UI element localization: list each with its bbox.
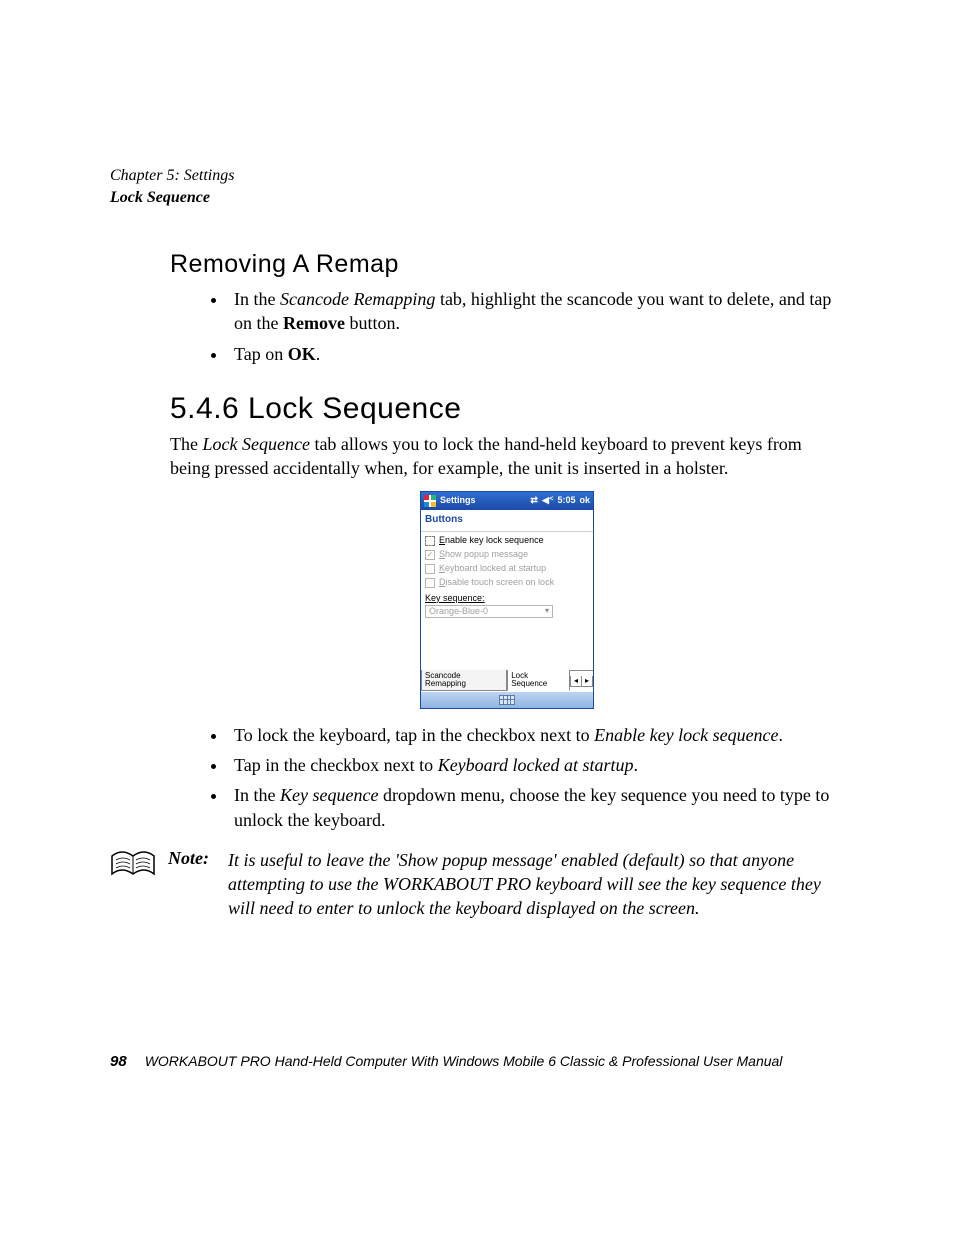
page: Chapter 5: Settings Lock Sequence Removi… [0,0,954,1235]
checkbox-label: Disable touch screen on lock [439,578,554,587]
list-item: In the Key sequence dropdown menu, choos… [228,783,844,832]
remap-steps-list: In the Scancode Remapping tab, highlight… [170,287,844,366]
note-label: Note: [168,848,216,869]
list-item: In the Scancode Remapping tab, highlight… [228,287,844,336]
checkbox-row-disable-touch: Disable touch screen on lock [425,578,589,588]
device-title-bar: Settings ⇄ ◀ᑉ 5:05 ok [421,492,593,510]
page-number: 98 [110,1053,127,1070]
device-bottom-bar [421,692,593,708]
subheading-removing-remap: Removing A Remap [170,250,844,279]
tab-scroll-arrows[interactable]: ◂ ▸ [570,676,593,687]
key-sequence-dropdown[interactable]: Orange-Blue-0 ▾ [425,605,553,618]
key-sequence-label: Key sequence: [425,594,589,603]
checkbox-label: Enable key lock sequence [439,536,544,545]
list-item: Tap in the checkbox next to Keyboard loc… [228,753,844,777]
note-text: It is useful to leave the 'Show popup me… [228,848,844,921]
running-head-chapter: Chapter 5: Settings [110,165,844,187]
windows-flag-icon [424,495,436,507]
list-item: Tap on OK. [228,342,844,366]
footer-title: WORKABOUT PRO Hand-Held Computer With Wi… [145,1053,783,1069]
device-screenshot: Settings ⇄ ◀ᑉ 5:05 ok Buttons Enable key… [420,491,594,709]
note-block: Note: It is useful to leave the 'Show po… [110,848,844,921]
chevron-down-icon: ▾ [545,607,549,615]
connectivity-icon: ⇄ [530,496,538,505]
checkbox-row-show-popup: ✓ Show popup message [425,550,589,560]
lock-sequence-intro: The Lock Sequence tab allows you to lock… [170,432,844,481]
keyboard-icon[interactable] [499,695,515,705]
checkbox-row-locked-startup: Keyboard locked at startup [425,564,589,574]
running-head-section: Lock Sequence [110,187,844,209]
arrow-left-icon[interactable]: ◂ [571,676,582,686]
tab-lock-sequence[interactable]: Lock Sequence [507,670,570,691]
section-heading-lock-sequence: 5.4.6 Lock Sequence [170,392,844,426]
device-subtitle: Buttons [421,510,593,532]
arrow-right-icon[interactable]: ▸ [582,676,592,686]
book-icon [110,850,156,880]
checkbox-label: Keyboard locked at startup [439,564,546,573]
list-item: To lock the keyboard, tap in the checkbo… [228,723,844,747]
checkbox-label: Show popup message [439,550,528,559]
checkbox-show-popup[interactable]: ✓ [425,550,435,560]
device-tabs: Scancode Remapping Lock Sequence ◂ ▸ [421,670,593,692]
device-title: Settings [440,496,476,505]
volume-icon: ◀ᑉ [542,496,554,505]
checkbox-row-enable-lock: Enable key lock sequence [425,536,589,546]
lock-steps-list: To lock the keyboard, tap in the checkbo… [170,723,844,832]
dropdown-value: Orange-Blue-0 [429,607,488,616]
device-body: Enable key lock sequence ✓ Show popup me… [421,532,593,622]
page-footer: 98 WORKABOUT PRO Hand-Held Computer With… [110,1053,844,1070]
checkbox-locked-startup[interactable] [425,564,435,574]
tab-scancode-remapping[interactable]: Scancode Remapping [421,670,507,691]
device-clock: 5:05 [557,496,575,505]
checkbox-disable-touch[interactable] [425,578,435,588]
checkbox-enable-lock[interactable] [425,536,435,546]
running-head: Chapter 5: Settings Lock Sequence [110,165,844,208]
ok-button[interactable]: ok [579,496,590,505]
content: Removing A Remap In the Scancode Remappi… [170,250,844,832]
